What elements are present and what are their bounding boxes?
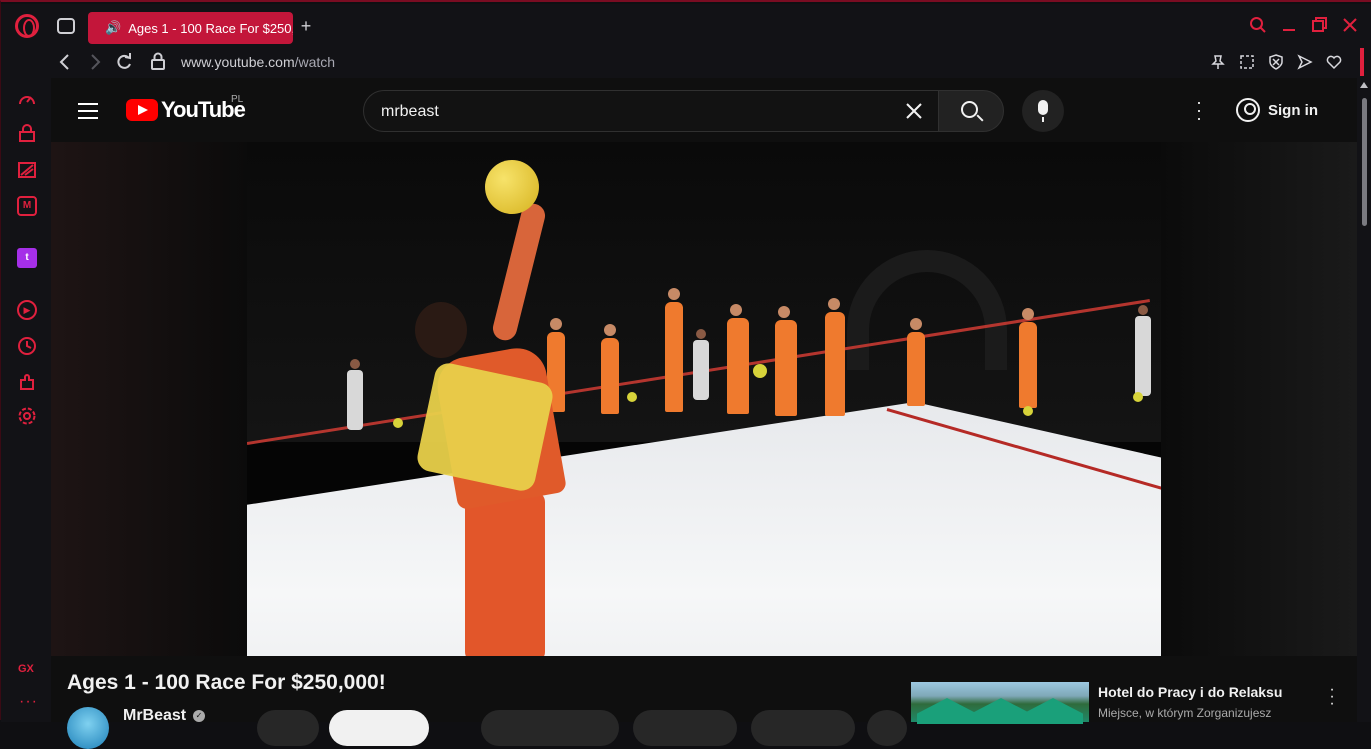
- subscribe-button[interactable]: [329, 710, 429, 746]
- video-ball: [1133, 392, 1143, 402]
- video-figure: [347, 359, 363, 430]
- video-figure: [665, 288, 683, 412]
- page-scrollbar[interactable]: [1357, 78, 1371, 722]
- youtube-page: YouTube PL mrbeast · · · Sign in Ages 1 …: [51, 78, 1357, 749]
- video-figure: [825, 298, 845, 416]
- snapshot-icon[interactable]: [1239, 54, 1255, 70]
- video-main-figure: [414, 201, 575, 656]
- scroll-thumb[interactable]: [1362, 98, 1367, 226]
- more-actions-button[interactable]: [867, 710, 907, 746]
- ad-thumbnail[interactable]: [911, 682, 1089, 724]
- video-main-figure-legs: [465, 492, 545, 656]
- tab-bar: 🔊 Ages 1 - 100 Race For $250,000! +: [1, 4, 1371, 48]
- history-icon[interactable]: [17, 336, 37, 356]
- player-icon[interactable]: ▶: [17, 300, 37, 320]
- menu-icon[interactable]: [78, 103, 98, 119]
- youtube-logo-icon[interactable]: [126, 99, 158, 121]
- video-ball: [1023, 406, 1033, 416]
- lock-icon[interactable]: [151, 52, 165, 76]
- twitch-icon[interactable]: t: [17, 248, 37, 268]
- sidebar-more-icon[interactable]: ···: [19, 693, 38, 711]
- voice-search-button[interactable]: [1022, 90, 1064, 132]
- sign-in-label: Sign in: [1268, 101, 1318, 119]
- opera-logo-icon[interactable]: [15, 14, 39, 38]
- search-tabs-icon[interactable]: [1249, 16, 1267, 38]
- tab-youtube[interactable]: 🔊 Ages 1 - 100 Race For $250,000!: [88, 12, 293, 44]
- channel-row: MrBeast ✓: [67, 706, 907, 749]
- video-figure: [727, 304, 749, 414]
- send-icon[interactable]: [1297, 54, 1313, 70]
- ad-title[interactable]: Hotel do Pracy i do Relaksu: [1098, 684, 1282, 700]
- ad-menu-icon[interactable]: · · ·: [1329, 682, 1335, 712]
- account-icon: [1236, 98, 1260, 122]
- browser-window: 🔊 Ages 1 - 100 Race For $250,000! +: [0, 0, 1371, 749]
- tab-title: Ages 1 - 100 Race For $250,000!: [128, 20, 293, 36]
- youtube-header: YouTube PL mrbeast · · · Sign in: [51, 78, 1357, 142]
- back-icon[interactable]: [59, 52, 71, 76]
- video-figure: [1019, 308, 1037, 408]
- video-figure: [601, 324, 619, 414]
- video-title: Ages 1 - 100 Race For $250,000!: [67, 671, 386, 694]
- video-ball: [753, 364, 767, 378]
- like-dislike-button[interactable]: [481, 710, 619, 746]
- close-window-icon[interactable]: [1341, 16, 1359, 38]
- search-button[interactable]: [938, 90, 1004, 132]
- video-figure: [693, 329, 709, 400]
- country-code: PL: [231, 94, 244, 105]
- video-dodgeball: [485, 160, 539, 214]
- settings-icon[interactable]: [17, 406, 37, 426]
- minimize-icon[interactable]: [1281, 16, 1297, 38]
- ad-card[interactable]: Hotel do Pracy i do Relaksu Miejsce, w k…: [911, 682, 1351, 724]
- ad-thumbnail-tent: [917, 698, 977, 724]
- join-button[interactable]: [257, 710, 319, 746]
- sign-in-button[interactable]: Sign in: [1236, 92, 1318, 128]
- search-icon: [961, 101, 978, 118]
- verified-icon: ✓: [193, 710, 205, 722]
- workspaces-icon[interactable]: [57, 18, 75, 34]
- video-figure: [1135, 305, 1151, 396]
- microphone-icon: [1038, 100, 1048, 122]
- ad-thumbnail-tent: [971, 698, 1031, 724]
- ad-subtitle: Miejsce, w którym Zorganizujesz: [1098, 706, 1272, 720]
- gx-accent-bar: [1360, 48, 1364, 76]
- share-button[interactable]: [633, 710, 737, 746]
- search-query: mrbeast: [381, 103, 439, 120]
- settings-menu-icon[interactable]: · · ·: [1196, 93, 1202, 127]
- video-main-figure-vest: [414, 360, 556, 494]
- news-icon[interactable]: [17, 160, 37, 180]
- video-ball: [393, 418, 403, 428]
- heart-icon[interactable]: [1326, 54, 1342, 70]
- new-tab-button[interactable]: +: [297, 17, 315, 36]
- video-ball: [627, 392, 637, 402]
- pin-icon[interactable]: [1210, 54, 1226, 70]
- clear-search-icon[interactable]: [904, 99, 924, 128]
- video-figure: [775, 306, 797, 416]
- channel-avatar[interactable]: [67, 707, 109, 749]
- channel-name[interactable]: MrBeast: [123, 707, 186, 725]
- opera-sidebar: M t ▶ GX ···: [1, 78, 51, 722]
- video-main-figure-head: [415, 302, 467, 358]
- save-button[interactable]: [751, 710, 855, 746]
- url-host: www.youtube.com: [181, 54, 295, 70]
- shopping-icon[interactable]: [17, 124, 37, 144]
- adblock-icon[interactable]: [1268, 54, 1284, 70]
- messenger-icon[interactable]: M: [17, 196, 37, 216]
- scroll-up-icon[interactable]: [1360, 82, 1368, 88]
- restore-icon[interactable]: [1311, 16, 1329, 38]
- search-input[interactable]: mrbeast: [363, 90, 939, 132]
- speed-dial-icon[interactable]: [17, 90, 37, 110]
- address-bar: www.youtube.com/watch: [1, 48, 1371, 78]
- url-text[interactable]: www.youtube.com/watch: [181, 54, 335, 70]
- video-figure: [907, 318, 925, 406]
- url-path: /watch: [294, 54, 336, 70]
- extensions-icon[interactable]: [17, 372, 37, 392]
- forward-icon[interactable]: [89, 52, 101, 76]
- gx-control-label[interactable]: GX: [18, 663, 34, 675]
- reload-icon[interactable]: [115, 52, 133, 76]
- ad-thumbnail-tent: [1023, 698, 1083, 724]
- video-player[interactable]: [247, 142, 1161, 656]
